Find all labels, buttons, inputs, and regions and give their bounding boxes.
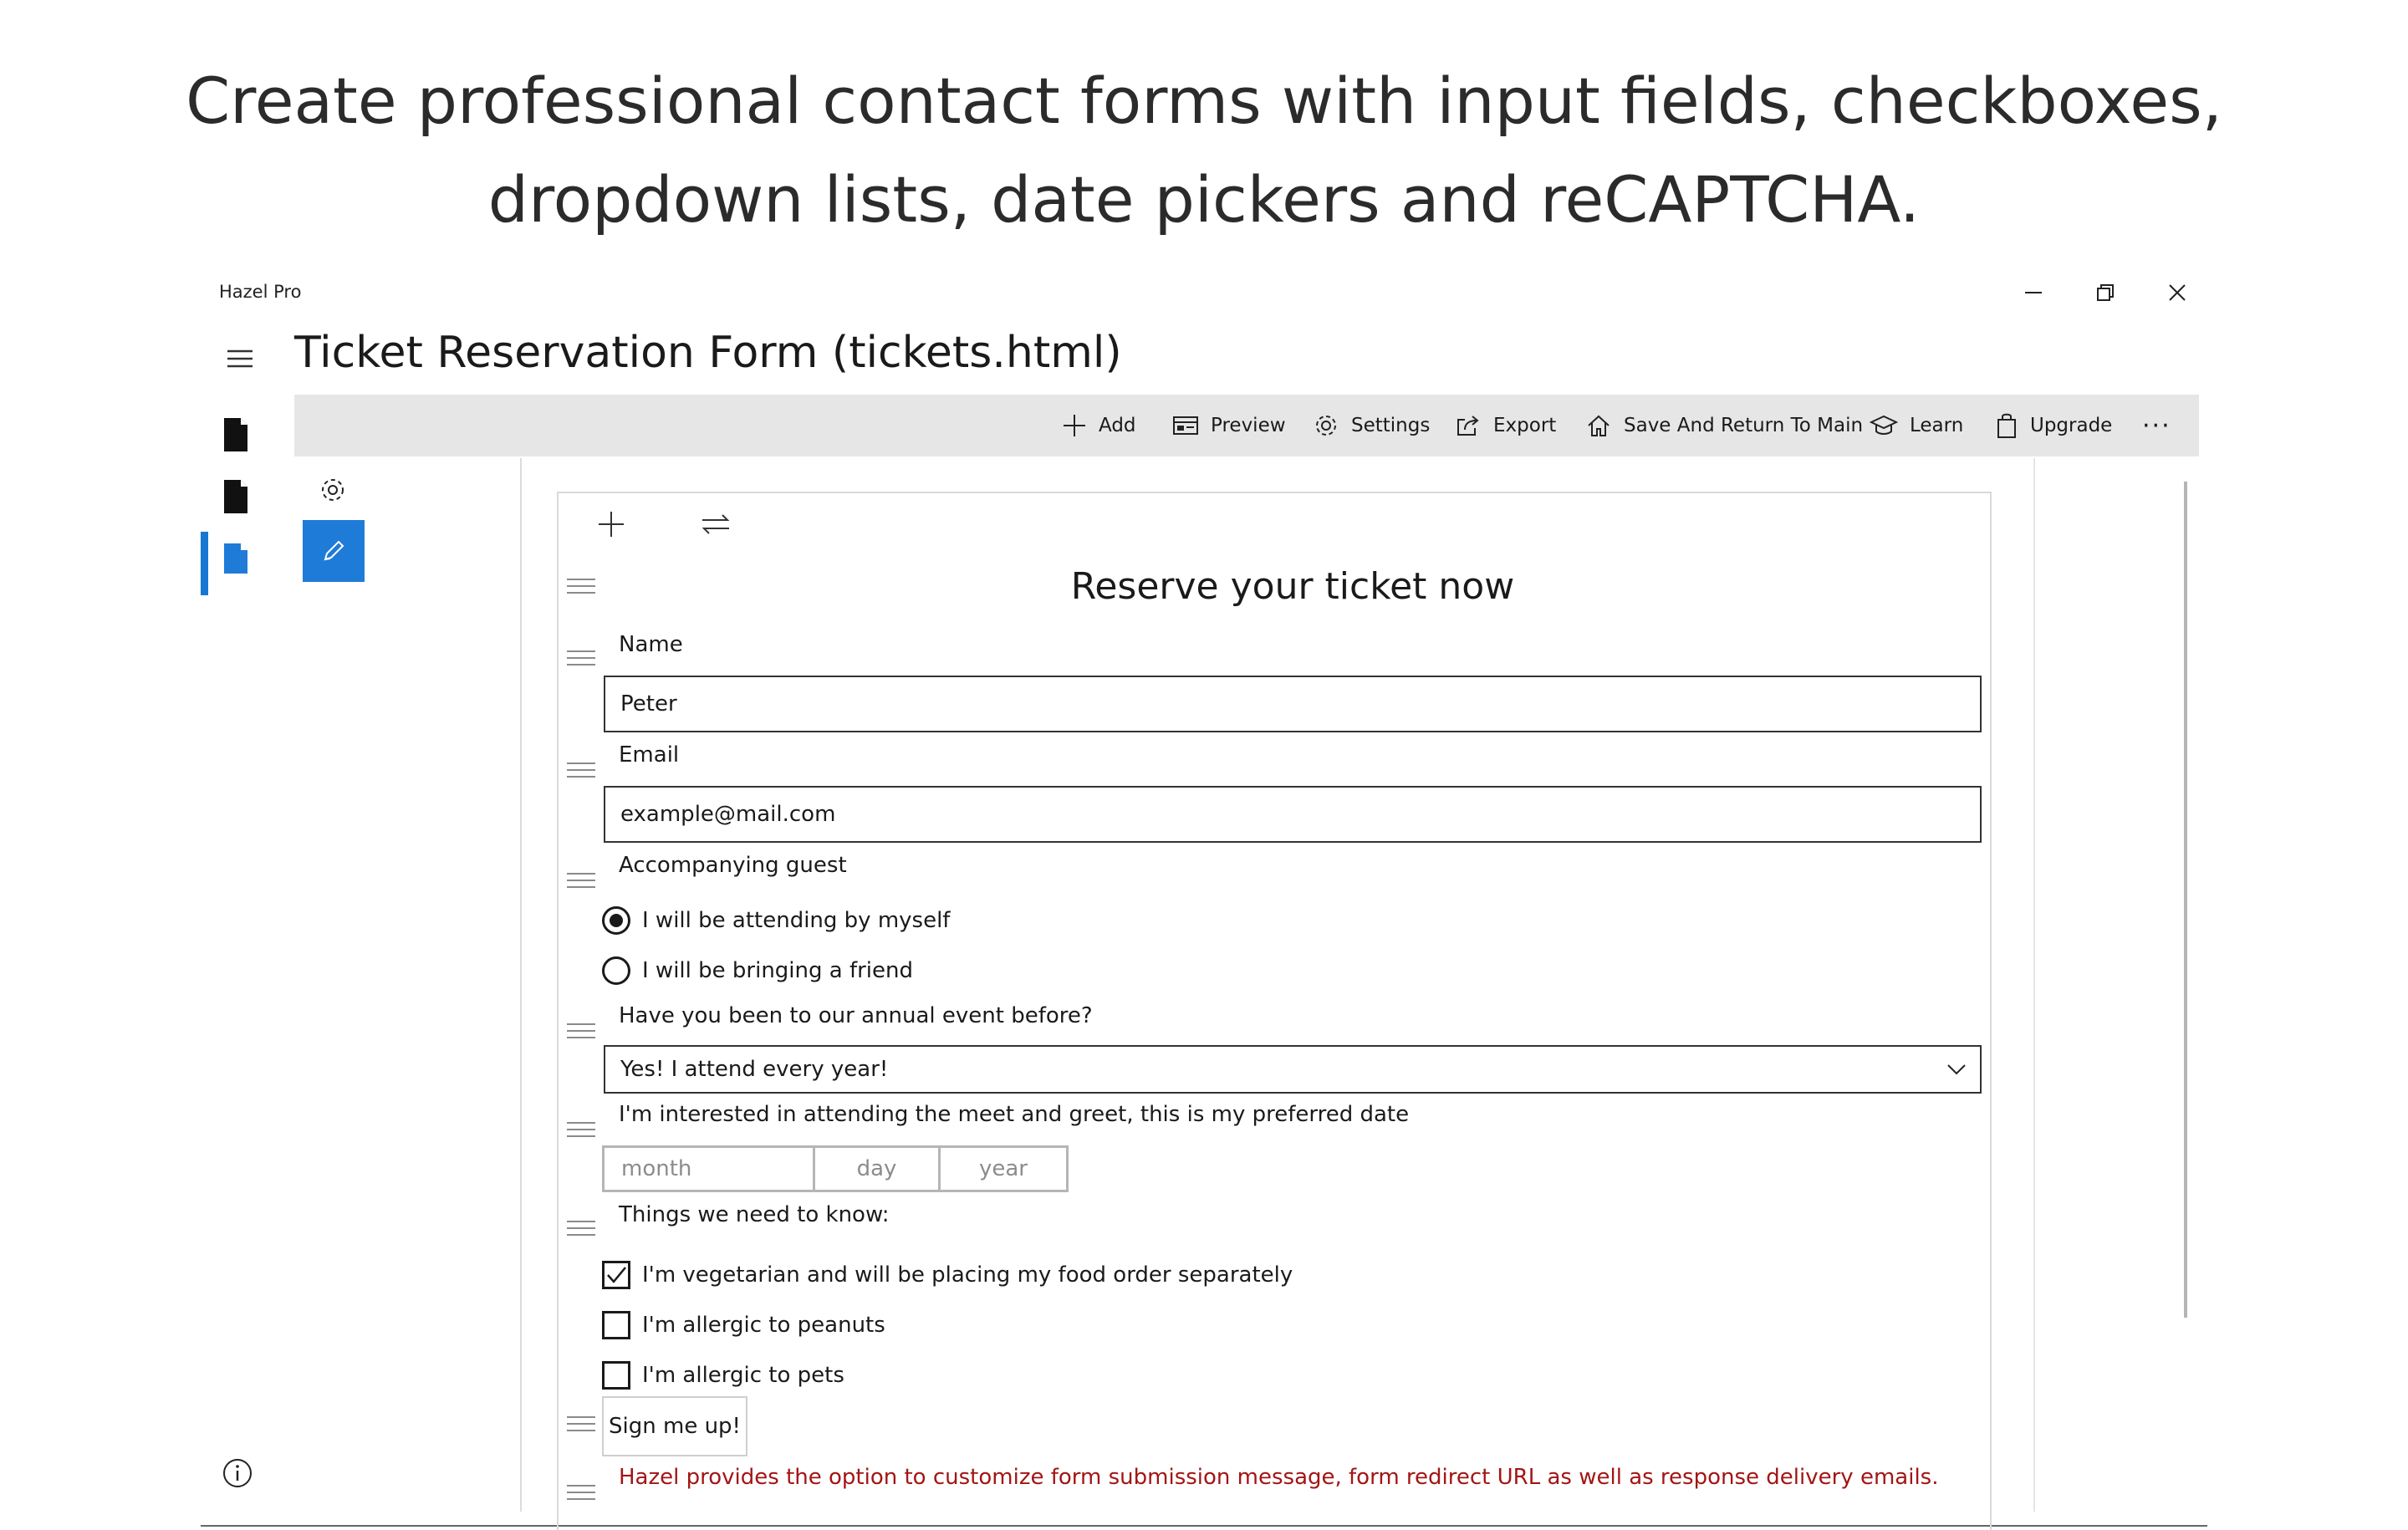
toolbar: Add Preview Settings Export Save And Ret… xyxy=(294,395,2199,456)
date-year[interactable]: year xyxy=(941,1148,1066,1190)
checkbox-unchecked-icon xyxy=(602,1311,630,1339)
plus-icon xyxy=(1064,415,1085,436)
close-button[interactable] xyxy=(2161,276,2194,309)
submission-note: Hazel provides the option to customize f… xyxy=(619,1465,1939,1490)
swap-arrows-icon xyxy=(701,514,730,534)
more-options-button[interactable]: ··· xyxy=(2142,395,2171,456)
name-label: Name xyxy=(619,632,683,657)
checkbox-label: I'm allergic to pets xyxy=(642,1363,844,1388)
guest-label: Accompanying guest xyxy=(619,853,847,878)
document-icon xyxy=(224,418,247,451)
marketing-headline: Create professional contact forms with i… xyxy=(0,52,2408,249)
graduation-cap-icon xyxy=(1870,415,1898,435)
gear-icon xyxy=(322,479,344,501)
event-label: Have you been to our annual event before… xyxy=(619,1003,1093,1028)
settings-button[interactable]: Settings xyxy=(1313,395,1430,456)
nav-document-2[interactable] xyxy=(221,478,251,515)
form-title: Reserve your ticket now xyxy=(1070,565,1515,608)
reorder-button[interactable] xyxy=(699,510,732,538)
radio-bringing-friend[interactable]: I will be bringing a friend xyxy=(602,956,913,985)
minimize-icon xyxy=(2025,292,2042,293)
preview-button[interactable]: Preview xyxy=(1172,395,1286,456)
properties-panel xyxy=(299,458,522,1512)
drag-handle-icon[interactable] xyxy=(567,1416,595,1435)
upgrade-button[interactable]: Upgrade xyxy=(1995,395,2112,456)
date-day[interactable]: day xyxy=(815,1148,941,1190)
learn-button[interactable]: Learn xyxy=(1870,395,1963,456)
preview-label: Preview xyxy=(1211,415,1286,436)
document-icon xyxy=(224,543,247,574)
hamburger-menu-button[interactable] xyxy=(224,346,258,371)
checkbox-checked-icon xyxy=(602,1261,630,1289)
email-label: Email xyxy=(619,742,680,768)
event-dropdown[interactable]: Yes! I attend every year! xyxy=(604,1045,1982,1094)
headline-line-2: dropdown lists, date pickers and reCAPTC… xyxy=(487,162,1921,237)
submit-button[interactable]: Sign me up! xyxy=(602,1396,747,1456)
radio-label: I will be bringing a friend xyxy=(642,958,914,983)
drag-handle-icon[interactable] xyxy=(567,1023,595,1042)
app-title: Hazel Pro xyxy=(219,282,302,302)
vertical-scrollbar[interactable] xyxy=(2184,482,2187,1318)
save-and-return-button[interactable]: Save And Return To Main xyxy=(1585,395,1863,456)
restore-button[interactable] xyxy=(2089,276,2122,309)
add-element-button[interactable] xyxy=(597,510,625,538)
radio-label: I will be attending by myself xyxy=(642,908,951,933)
drag-handle-icon[interactable] xyxy=(567,1221,595,1239)
learn-label: Learn xyxy=(1910,415,1964,436)
shopping-bag-icon xyxy=(1997,413,2016,438)
home-icon xyxy=(1588,415,1610,436)
drag-handle-icon[interactable] xyxy=(567,1485,595,1503)
date-picker[interactable]: month day year xyxy=(602,1145,1069,1192)
export-label: Export xyxy=(1493,415,1557,436)
info-button[interactable] xyxy=(221,1456,254,1490)
radio-selected-icon xyxy=(602,906,630,935)
radio-attending-alone[interactable]: I will be attending by myself xyxy=(602,906,950,935)
checkbox-label: I'm vegetarian and will be placing my fo… xyxy=(642,1262,1293,1288)
checkbox-label: I'm allergic to peanuts xyxy=(642,1313,885,1338)
email-field[interactable]: example@mail.com xyxy=(604,786,1982,843)
form-settings-button[interactable] xyxy=(318,475,348,505)
event-dropdown-value: Yes! I attend every year! xyxy=(620,1057,889,1082)
preview-icon xyxy=(1173,416,1198,435)
pencil-icon xyxy=(324,540,344,561)
panel-divider xyxy=(2033,458,2035,1512)
needs-label: Things we need to know: xyxy=(619,1202,890,1227)
checkbox-pets[interactable]: I'm allergic to pets xyxy=(602,1361,844,1390)
nav-document-3-active[interactable] xyxy=(221,542,251,579)
headline-line-1: Create professional contact forms with i… xyxy=(186,64,2222,138)
nav-document-1[interactable] xyxy=(221,416,251,453)
date-label: I'm interested in attending the meet and… xyxy=(619,1102,1410,1127)
edit-mode-button[interactable] xyxy=(303,520,365,582)
add-label: Add xyxy=(1099,415,1136,436)
radio-unselected-icon xyxy=(602,956,630,985)
checkbox-vegetarian[interactable]: I'm vegetarian and will be placing my fo… xyxy=(602,1261,1293,1289)
gear-icon xyxy=(1316,416,1336,436)
restore-icon xyxy=(2097,284,2114,301)
save-and-return-label: Save And Return To Main xyxy=(1624,415,1864,436)
settings-label: Settings xyxy=(1351,415,1431,436)
minimize-button[interactable] xyxy=(2017,276,2050,309)
drag-handle-icon[interactable] xyxy=(567,762,595,781)
chevron-down-icon xyxy=(1947,1064,1966,1075)
hamburger-icon xyxy=(227,349,253,368)
checkbox-unchecked-icon xyxy=(602,1361,630,1390)
nav-active-indicator xyxy=(201,532,208,595)
page-title: Ticket Reservation Form (tickets.html) xyxy=(294,328,1122,378)
add-button[interactable]: Add xyxy=(1062,395,1136,456)
close-icon xyxy=(2169,284,2186,301)
drag-handle-icon[interactable] xyxy=(567,650,595,669)
document-icon xyxy=(224,480,247,513)
date-month[interactable]: month xyxy=(605,1148,815,1190)
checkbox-peanuts[interactable]: I'm allergic to peanuts xyxy=(602,1311,885,1339)
plus-icon xyxy=(599,512,624,537)
upgrade-label: Upgrade xyxy=(2030,415,2113,436)
drag-handle-icon[interactable] xyxy=(567,1122,595,1140)
info-icon xyxy=(223,1459,252,1487)
export-button[interactable]: Export xyxy=(1455,395,1556,456)
name-field[interactable]: Peter xyxy=(604,676,1982,732)
export-icon xyxy=(1457,416,1479,436)
drag-handle-icon[interactable] xyxy=(567,873,595,891)
